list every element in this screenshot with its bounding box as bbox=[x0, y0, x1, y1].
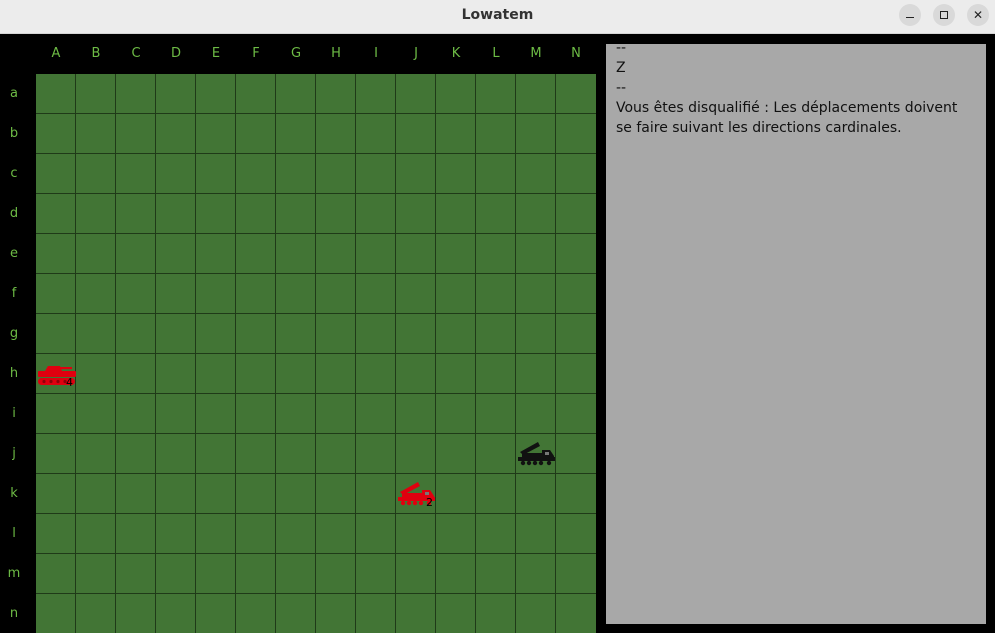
row-label: i bbox=[12, 406, 16, 421]
minimize-button[interactable] bbox=[899, 4, 921, 26]
row-label: b bbox=[9, 126, 19, 141]
column-label: C bbox=[131, 46, 141, 61]
unit-health: 4 bbox=[66, 376, 73, 389]
column-label: G bbox=[290, 46, 302, 61]
column-label: L bbox=[492, 46, 500, 61]
message-log: -- Z -- Vous êtes disqualifié : Les déplace… bbox=[616, 38, 976, 138]
unit-red-artillery[interactable]: 2 bbox=[396, 474, 436, 514]
column-label: J bbox=[414, 46, 418, 61]
column-label: B bbox=[91, 46, 101, 61]
row-label: e bbox=[10, 246, 18, 261]
maximize-icon bbox=[940, 11, 948, 19]
row-label: g bbox=[9, 326, 19, 341]
unit-red-tank[interactable]: 4 bbox=[36, 354, 76, 394]
artillery-icon bbox=[518, 442, 555, 466]
message-line: -- bbox=[616, 40, 627, 56]
row-label: m bbox=[7, 566, 21, 581]
column-label: A bbox=[51, 46, 61, 61]
column-label: E bbox=[211, 46, 221, 61]
close-icon: ✕ bbox=[972, 8, 984, 22]
minimize-icon bbox=[906, 16, 914, 19]
message-line: -- bbox=[616, 80, 627, 96]
game-area: ABCDEFGHIJKLMN abcdefghijklmn 42 -- Z -- Vo… bbox=[0, 34, 995, 633]
board-grid bbox=[36, 74, 596, 633]
row-label: k bbox=[10, 486, 18, 501]
window-title: Lowatem bbox=[461, 7, 534, 23]
column-label: F bbox=[252, 46, 260, 61]
row-label: l bbox=[12, 526, 16, 541]
row-label: h bbox=[9, 366, 19, 381]
column-label: D bbox=[170, 46, 181, 61]
close-button[interactable]: ✕ bbox=[967, 4, 989, 26]
row-label: c bbox=[10, 166, 18, 181]
row-label: d bbox=[9, 206, 19, 221]
row-label: f bbox=[11, 286, 17, 301]
column-label: M bbox=[530, 46, 542, 61]
title-bar: Lowatem ✕ bbox=[0, 0, 995, 34]
row-label: j bbox=[12, 446, 16, 461]
message-line: Z bbox=[616, 60, 626, 76]
unit-black-artillery[interactable] bbox=[516, 434, 556, 474]
row-label: a bbox=[10, 86, 18, 101]
unit-health: 2 bbox=[426, 496, 433, 509]
column-label: K bbox=[451, 46, 461, 61]
message-line: Vous êtes disqualifié : Les déplacements… bbox=[616, 100, 962, 136]
row-label: n bbox=[9, 606, 19, 621]
column-label: I bbox=[374, 46, 378, 61]
column-label: N bbox=[571, 46, 581, 61]
message-panel: -- Z -- Vous êtes disqualifié : Les déplace… bbox=[606, 40, 986, 624]
column-label: H bbox=[331, 46, 341, 61]
maximize-button[interactable] bbox=[933, 4, 955, 26]
game-board[interactable]: 42 bbox=[36, 74, 596, 633]
